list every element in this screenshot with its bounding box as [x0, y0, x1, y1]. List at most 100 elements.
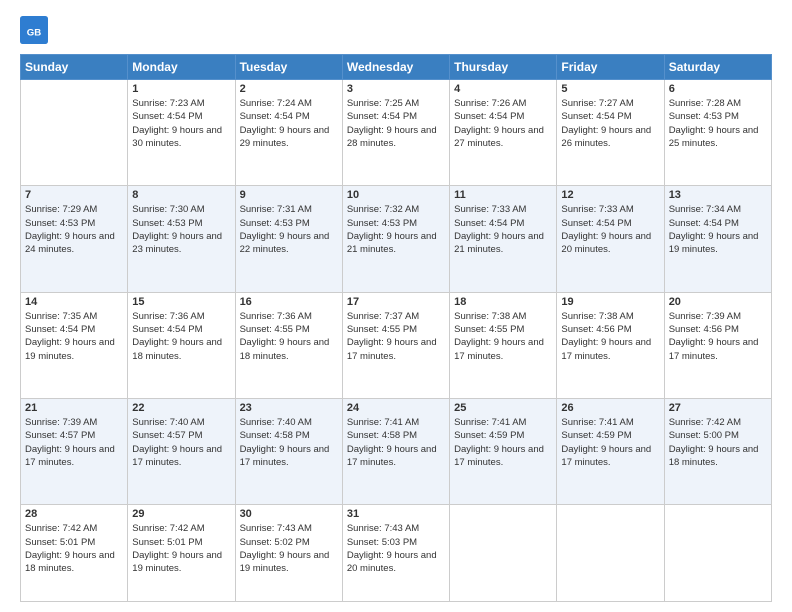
calendar-cell: 1 Sunrise: 7:23 AMSunset: 4:54 PMDaylight…	[128, 80, 235, 186]
day-number: 21	[25, 402, 123, 414]
day-number: 24	[347, 402, 445, 414]
day-info: Sunrise: 7:36 AMSunset: 4:55 PMDaylight:…	[240, 310, 338, 363]
day-number: 19	[561, 296, 659, 308]
calendar-cell: 9 Sunrise: 7:31 AMSunset: 4:53 PMDaylight…	[235, 186, 342, 292]
day-info: Sunrise: 7:42 AMSunset: 5:01 PMDaylight:…	[25, 522, 123, 575]
day-info: Sunrise: 7:35 AMSunset: 4:54 PMDaylight:…	[25, 310, 123, 363]
calendar-cell	[21, 80, 128, 186]
weekday-header: Friday	[557, 55, 664, 80]
day-number: 25	[454, 402, 552, 414]
calendar-cell: 21 Sunrise: 7:39 AMSunset: 4:57 PMDayligh…	[21, 398, 128, 504]
day-info: Sunrise: 7:33 AMSunset: 4:54 PMDaylight:…	[561, 203, 659, 256]
calendar-cell: 30 Sunrise: 7:43 AMSunset: 5:02 PMDayligh…	[235, 505, 342, 602]
weekday-header: Monday	[128, 55, 235, 80]
day-number: 9	[240, 189, 338, 201]
day-number: 4	[454, 83, 552, 95]
calendar-cell: 24Sunrise: 7:41 AMSunset: 4:58 PMDayligh…	[342, 398, 449, 504]
day-number: 26	[561, 402, 659, 414]
calendar-cell: 27Sunrise: 7:42 AMSunset: 5:00 PMDayligh…	[664, 398, 771, 504]
day-number: 11	[454, 189, 552, 201]
calendar-cell: 20 Sunrise: 7:39 AMSunset: 4:56 PMDayligh…	[664, 292, 771, 398]
day-number: 18	[454, 296, 552, 308]
calendar-cell: 7 Sunrise: 7:29 AMSunset: 4:53 PMDaylight…	[21, 186, 128, 292]
day-info: Sunrise: 7:31 AMSunset: 4:53 PMDaylight:…	[240, 203, 338, 256]
day-number: 8	[132, 189, 230, 201]
calendar-table: SundayMondayTuesdayWednesdayThursdayFrid…	[20, 54, 772, 602]
calendar-week-row: 28 Sunrise: 7:42 AMSunset: 5:01 PMDayligh…	[21, 505, 772, 602]
logo: GB	[20, 16, 52, 44]
day-number: 5	[561, 83, 659, 95]
calendar-cell: 17 Sunrise: 7:37 AMSunset: 4:55 PMDayligh…	[342, 292, 449, 398]
calendar-week-row: 21 Sunrise: 7:39 AMSunset: 4:57 PMDayligh…	[21, 398, 772, 504]
day-info: Sunrise: 7:38 AMSunset: 4:55 PMDaylight:…	[454, 310, 552, 363]
day-info: Sunrise: 7:34 AMSunset: 4:54 PMDaylight:…	[669, 203, 767, 256]
calendar-header-row: SundayMondayTuesdayWednesdayThursdayFrid…	[21, 55, 772, 80]
day-info: Sunrise: 7:28 AMSunset: 4:53 PMDaylight:…	[669, 97, 767, 150]
day-number: 7	[25, 189, 123, 201]
day-number: 2	[240, 83, 338, 95]
day-info: Sunrise: 7:30 AMSunset: 4:53 PMDaylight:…	[132, 203, 230, 256]
calendar-cell: 8 Sunrise: 7:30 AMSunset: 4:53 PMDaylight…	[128, 186, 235, 292]
calendar-cell: 11Sunrise: 7:33 AMSunset: 4:54 PMDayligh…	[450, 186, 557, 292]
day-number: 3	[347, 83, 445, 95]
calendar-cell: 15 Sunrise: 7:36 AMSunset: 4:54 PMDayligh…	[128, 292, 235, 398]
day-info: Sunrise: 7:42 AMSunset: 5:01 PMDaylight:…	[132, 522, 230, 575]
day-number: 16	[240, 296, 338, 308]
calendar-cell: 16 Sunrise: 7:36 AMSunset: 4:55 PMDayligh…	[235, 292, 342, 398]
day-number: 27	[669, 402, 767, 414]
day-info: Sunrise: 7:36 AMSunset: 4:54 PMDaylight:…	[132, 310, 230, 363]
day-info: Sunrise: 7:41 AMSunset: 4:59 PMDaylight:…	[561, 416, 659, 469]
logo-icon: GB	[20, 16, 48, 44]
day-number: 17	[347, 296, 445, 308]
calendar-cell: 2 Sunrise: 7:24 AMSunset: 4:54 PMDaylight…	[235, 80, 342, 186]
calendar-cell: 29 Sunrise: 7:42 AMSunset: 5:01 PMDayligh…	[128, 505, 235, 602]
day-number: 29	[132, 508, 230, 520]
calendar-cell: 3 Sunrise: 7:25 AMSunset: 4:54 PMDaylight…	[342, 80, 449, 186]
svg-text:GB: GB	[27, 27, 41, 38]
day-number: 1	[132, 83, 230, 95]
page: GB SundayMondayTuesdayWednesdayThursdayF…	[0, 0, 792, 612]
day-info: Sunrise: 7:25 AMSunset: 4:54 PMDaylight:…	[347, 97, 445, 150]
day-number: 14	[25, 296, 123, 308]
calendar-cell: 13 Sunrise: 7:34 AMSunset: 4:54 PMDayligh…	[664, 186, 771, 292]
calendar-cell: 19Sunrise: 7:38 AMSunset: 4:56 PMDayligh…	[557, 292, 664, 398]
calendar-cell: 10Sunrise: 7:32 AMSunset: 4:53 PMDayligh…	[342, 186, 449, 292]
day-number: 30	[240, 508, 338, 520]
day-number: 13	[669, 189, 767, 201]
day-info: Sunrise: 7:40 AMSunset: 4:58 PMDaylight:…	[240, 416, 338, 469]
day-info: Sunrise: 7:37 AMSunset: 4:55 PMDaylight:…	[347, 310, 445, 363]
calendar-cell: 4 Sunrise: 7:26 AMSunset: 4:54 PMDaylight…	[450, 80, 557, 186]
day-number: 15	[132, 296, 230, 308]
calendar-cell: 31 Sunrise: 7:43 AMSunset: 5:03 PMDayligh…	[342, 505, 449, 602]
calendar-cell: 12Sunrise: 7:33 AMSunset: 4:54 PMDayligh…	[557, 186, 664, 292]
day-info: Sunrise: 7:43 AMSunset: 5:02 PMDaylight:…	[240, 522, 338, 575]
calendar-week-row: 7 Sunrise: 7:29 AMSunset: 4:53 PMDaylight…	[21, 186, 772, 292]
calendar-cell: 5Sunrise: 7:27 AMSunset: 4:54 PMDaylight…	[557, 80, 664, 186]
calendar-cell: 23Sunrise: 7:40 AMSunset: 4:58 PMDayligh…	[235, 398, 342, 504]
calendar-cell	[557, 505, 664, 602]
weekday-header: Wednesday	[342, 55, 449, 80]
calendar-cell: 28 Sunrise: 7:42 AMSunset: 5:01 PMDayligh…	[21, 505, 128, 602]
day-info: Sunrise: 7:29 AMSunset: 4:53 PMDaylight:…	[25, 203, 123, 256]
weekday-header: Saturday	[664, 55, 771, 80]
day-number: 22	[132, 402, 230, 414]
calendar-cell	[664, 505, 771, 602]
day-info: Sunrise: 7:26 AMSunset: 4:54 PMDaylight:…	[454, 97, 552, 150]
header: GB	[20, 16, 772, 44]
day-number: 20	[669, 296, 767, 308]
day-info: Sunrise: 7:23 AMSunset: 4:54 PMDaylight:…	[132, 97, 230, 150]
calendar-week-row: 1 Sunrise: 7:23 AMSunset: 4:54 PMDaylight…	[21, 80, 772, 186]
day-number: 6	[669, 83, 767, 95]
day-info: Sunrise: 7:41 AMSunset: 4:59 PMDaylight:…	[454, 416, 552, 469]
calendar-cell: 18 Sunrise: 7:38 AMSunset: 4:55 PMDayligh…	[450, 292, 557, 398]
day-number: 31	[347, 508, 445, 520]
calendar-cell: 22Sunrise: 7:40 AMSunset: 4:57 PMDayligh…	[128, 398, 235, 504]
day-info: Sunrise: 7:39 AMSunset: 4:56 PMDaylight:…	[669, 310, 767, 363]
weekday-header: Thursday	[450, 55, 557, 80]
day-number: 28	[25, 508, 123, 520]
calendar-cell: 25 Sunrise: 7:41 AMSunset: 4:59 PMDayligh…	[450, 398, 557, 504]
calendar-cell: 14 Sunrise: 7:35 AMSunset: 4:54 PMDayligh…	[21, 292, 128, 398]
day-info: Sunrise: 7:24 AMSunset: 4:54 PMDaylight:…	[240, 97, 338, 150]
day-info: Sunrise: 7:43 AMSunset: 5:03 PMDaylight:…	[347, 522, 445, 575]
day-info: Sunrise: 7:39 AMSunset: 4:57 PMDaylight:…	[25, 416, 123, 469]
